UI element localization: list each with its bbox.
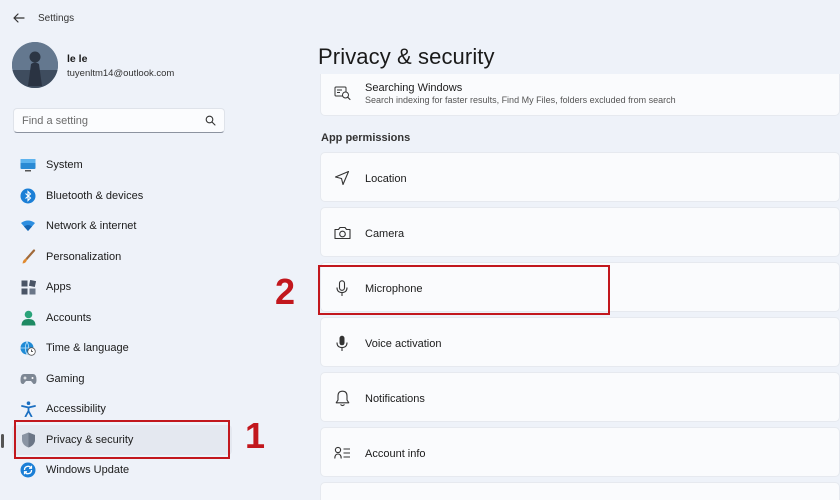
sidebar-item-label: System [46, 159, 83, 172]
search-icon[interactable] [205, 115, 216, 126]
sidebar-item-time-language[interactable]: Time & language [12, 333, 232, 364]
search-windows-icon [333, 84, 351, 102]
sidebar-item-label: Apps [46, 281, 72, 294]
system-icon [19, 156, 37, 174]
gamepad-icon [19, 370, 37, 388]
selection-indicator [1, 433, 4, 448]
settings-card-searching-windows[interactable]: Searching Windows Search indexing for fa… [320, 74, 840, 116]
sidebar-item-label: Accessibility [46, 403, 106, 416]
sidebar-item-network[interactable]: Network & internet [12, 211, 232, 242]
annotation-highlight-2 [318, 265, 610, 315]
sidebar-item-system[interactable]: System [12, 150, 232, 181]
settings-card-location[interactable]: Location [320, 152, 840, 202]
sidebar-item-windows-update[interactable]: Windows Update [12, 455, 232, 486]
brush-icon [19, 248, 37, 266]
apps-icon [19, 278, 37, 296]
settings-card-camera[interactable]: Camera [320, 207, 840, 257]
sidebar-item-label: Bluetooth & devices [46, 189, 144, 202]
sidebar-item-label: Accounts [46, 311, 92, 324]
account-info-icon [333, 444, 351, 462]
sidebar-item-personalization[interactable]: Personalization [12, 242, 232, 273]
annotation-number-1: 1 [245, 415, 266, 456]
sidebar-item-label: Gaming [46, 372, 85, 385]
search-box[interactable] [13, 108, 225, 133]
sidebar-item-label: Time & language [46, 342, 129, 355]
annotation-number-2: 2 [275, 271, 296, 312]
sidebar-item-label: Network & internet [46, 220, 137, 233]
user-profile[interactable]: le le tuyenltm14@outlook.com [12, 42, 292, 90]
back-button[interactable] [10, 9, 28, 27]
sidebar-item-label: Personalization [46, 250, 122, 263]
update-icon [19, 461, 37, 479]
page-title: Privacy & security [318, 44, 495, 69]
annotation-highlight-1 [14, 420, 230, 459]
card-title: Voice activation [365, 338, 442, 350]
person-icon [19, 309, 37, 327]
globe-clock-icon [19, 339, 37, 357]
bell-icon [333, 389, 351, 407]
sidebar-item-label: Windows Update [46, 464, 130, 477]
camera-icon [333, 224, 351, 242]
section-label-app-permissions: App permissions [321, 132, 411, 144]
user-name: le le [67, 53, 88, 65]
accessibility-icon [19, 400, 37, 418]
wifi-icon [19, 217, 37, 235]
bluetooth-icon [19, 187, 37, 205]
settings-card-account-info[interactable]: Account info [320, 427, 840, 477]
avatar [12, 42, 58, 88]
card-title: Camera [365, 228, 405, 240]
sidebar-item-apps[interactable]: Apps [12, 272, 232, 303]
app-title: Settings [38, 13, 75, 24]
settings-card-voice-activation[interactable]: Voice activation [320, 317, 840, 367]
search-input[interactable] [22, 113, 202, 129]
title-bar: Settings [0, 0, 300, 36]
card-title: Searching Windows [365, 82, 463, 94]
user-email: tuyenltm14@outlook.com [67, 68, 175, 79]
card-title: Account info [365, 448, 426, 460]
sidebar-item-gaming[interactable]: Gaming [12, 364, 232, 395]
sidebar-item-accounts[interactable]: Accounts [12, 303, 232, 334]
settings-card-notifications[interactable]: Notifications [320, 372, 840, 422]
back-arrow-icon [13, 13, 25, 23]
voice-activation-icon [333, 334, 351, 352]
location-icon [333, 169, 351, 187]
sidebar-item-bluetooth[interactable]: Bluetooth & devices [12, 181, 232, 212]
card-title: Location [365, 173, 407, 185]
card-subtitle: Search indexing for faster results, Find… [365, 95, 676, 105]
card-title: Notifications [365, 393, 425, 405]
settings-card-partial[interactable] [320, 482, 840, 500]
